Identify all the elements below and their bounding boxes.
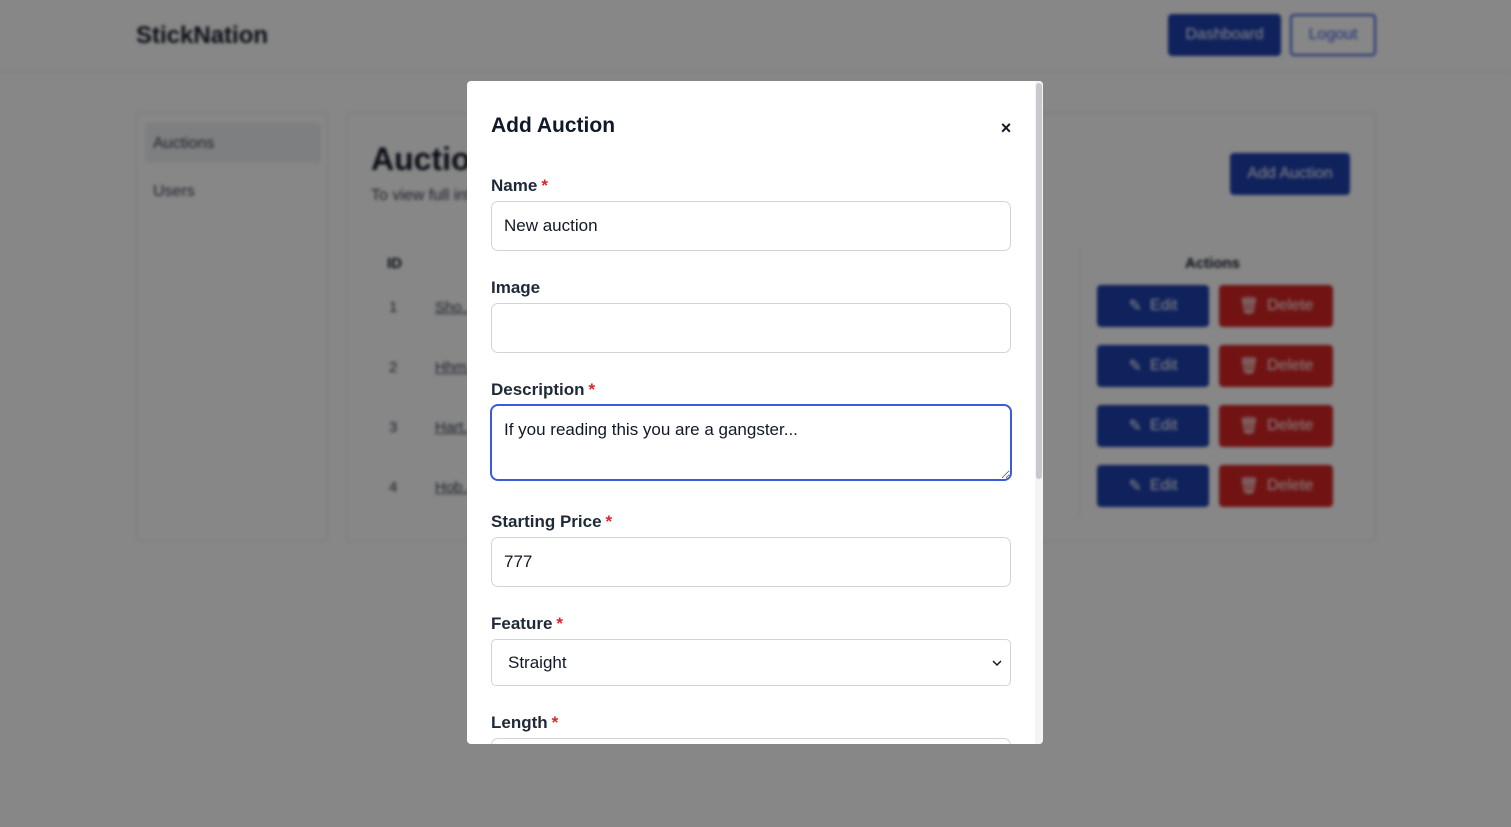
name-input[interactable]	[491, 201, 1011, 251]
close-icon[interactable]: ×	[995, 117, 1017, 139]
image-label: Image	[491, 278, 541, 297]
name-label: Name *	[491, 176, 548, 195]
required-marker: *	[588, 380, 596, 399]
modal-title: Add Auction	[491, 114, 616, 137]
required-marker: *	[551, 713, 559, 732]
feature-selected-value: Straight	[508, 653, 567, 672]
chevron-down-icon	[992, 660, 1002, 667]
add-auction-modal: Add Auction × Name* Image Description* I…	[467, 81, 1043, 744]
modal-scrollbar[interactable]	[1035, 81, 1043, 744]
starting-price-input[interactable]	[491, 537, 1011, 587]
required-marker: *	[541, 176, 548, 195]
description-label: Description *	[491, 380, 596, 399]
length-select[interactable]	[491, 738, 1011, 744]
length-label: Length *	[491, 713, 559, 732]
required-marker: *	[605, 512, 613, 531]
image-input[interactable]	[491, 303, 1011, 353]
feature-label: Feature *	[491, 614, 564, 633]
required-marker: *	[556, 614, 564, 633]
description-textarea[interactable]: If you reading this you are a gangster..…	[491, 405, 1011, 480]
feature-select[interactable]: Straight	[491, 639, 1011, 686]
scrollbar-thumb[interactable]	[1036, 83, 1042, 479]
starting-price-label: Starting Price *	[491, 512, 613, 531]
